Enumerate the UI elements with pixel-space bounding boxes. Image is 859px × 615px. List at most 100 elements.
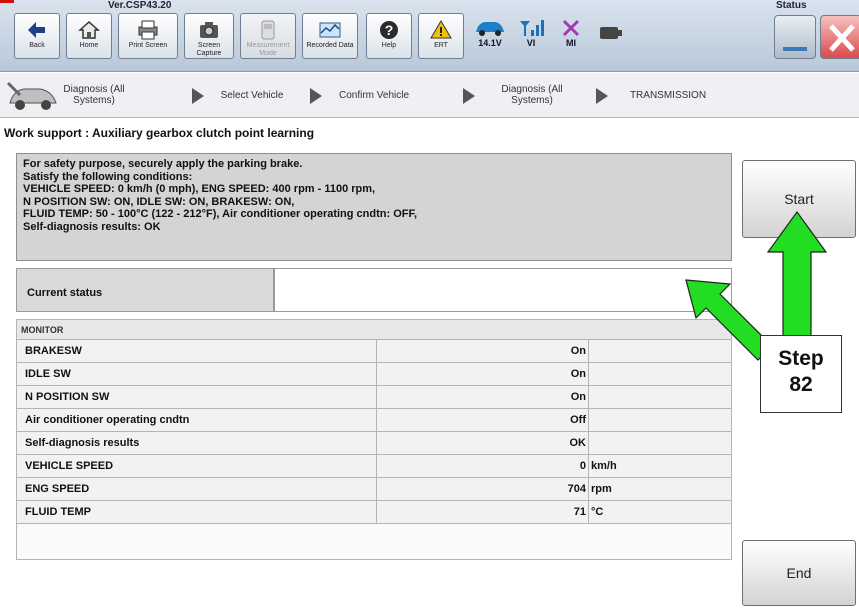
page-title: Work support : Auxiliary gearbox clutch … [4, 126, 315, 140]
measurement-mode-button[interactable]: Measurement Mode [240, 13, 296, 59]
monitor-item-name: IDLE SW [17, 363, 377, 385]
battery-status: 14.1V [470, 18, 510, 48]
current-status-value [274, 268, 732, 312]
close-button[interactable] [820, 15, 859, 59]
ert-label: ERT [434, 42, 448, 49]
red-indicator [0, 0, 14, 3]
step-callout: Step 82 [760, 335, 842, 413]
connector-status [596, 26, 626, 40]
monitor-item-name: VEHICLE SPEED [17, 455, 377, 477]
monitor-item-value: 704 [377, 478, 589, 500]
monitor-item-name: BRAKESW [17, 340, 377, 362]
table-row: Air conditioner operating cndtn Off [16, 409, 732, 432]
breadcrumb-item-confirm-vehicle[interactable]: Confirm Vehicle [327, 90, 421, 101]
recorded-data-icon [303, 18, 357, 42]
vi-status: VI [516, 18, 546, 48]
monitor-item-unit [589, 340, 733, 362]
recorded-data-button[interactable]: Recorded Data [302, 13, 358, 59]
monitor-item-unit: °C [591, 506, 604, 518]
start-button[interactable]: Start [742, 160, 856, 238]
help-button[interactable]: ? Help [366, 13, 412, 59]
instruction-line: For safety purpose, securely apply the p… [23, 158, 303, 170]
table-row: BRAKESW On [16, 340, 732, 363]
monitor-item-name: N POSITION SW [17, 386, 377, 408]
back-button[interactable]: Back [14, 13, 60, 59]
status-label: Status [776, 0, 807, 11]
camera-icon [185, 18, 233, 42]
monitor-item-unit [589, 409, 733, 431]
version-label: Ver.CSP43.20 [108, 0, 172, 11]
breadcrumb: Diagnosis (All Systems) Select Vehicle C… [0, 73, 859, 118]
screen-capture-button[interactable]: Screen Capture [184, 13, 234, 59]
monitor-item-name: Air conditioner operating cndtn [17, 409, 377, 431]
breadcrumb-arrow-icon [463, 88, 475, 104]
breadcrumb-item-select-vehicle[interactable]: Select Vehicle [212, 90, 292, 101]
monitor-header: MONITOR [16, 319, 732, 340]
monitor-item-unit: rpm [591, 483, 612, 495]
help-icon: ? [367, 18, 411, 42]
print-screen-label: Print Screen [128, 42, 168, 49]
table-row: ENG SPEED 704 rpm [16, 478, 732, 501]
table-row: N POSITION SW On [16, 386, 732, 409]
monitor-table: MONITOR BRAKESW On IDLE SW On N POSITION… [16, 319, 732, 560]
measurement-mode-label: Measurement Mode [246, 42, 290, 57]
monitor-item-value: OK [377, 432, 589, 454]
breadcrumb-arrow-icon [192, 88, 204, 104]
print-screen-button[interactable]: Print Screen [118, 13, 178, 59]
breadcrumb-item-diagnosis-2[interactable]: Diagnosis (All Systems) [489, 84, 575, 106]
signal-icon [520, 20, 544, 36]
car-diagnosis-icon [6, 81, 57, 110]
step-word: Step [778, 347, 824, 370]
monitor-item-value: Off [377, 409, 589, 431]
monitor-item-name: ENG SPEED [17, 478, 377, 500]
instruction-panel: For safety purpose, securely apply the p… [16, 153, 732, 261]
monitor-empty-area [16, 524, 732, 560]
table-row: VEHICLE SPEED 0 km/h [16, 455, 732, 478]
instruction-line: Satisfy the following conditions: [23, 170, 193, 183]
warning-icon [419, 18, 463, 42]
monitor-item-value: On [377, 340, 589, 362]
meter-icon [241, 18, 295, 42]
monitor-item-name: Self-diagnosis results [17, 432, 377, 454]
help-label: Help [381, 42, 397, 49]
ert-button[interactable]: ERT [418, 13, 464, 59]
recorded-data-label: Recorded Data [306, 42, 354, 49]
end-button[interactable]: End [742, 540, 856, 606]
printer-icon [119, 18, 177, 42]
vi-label: VI [526, 38, 536, 48]
breadcrumb-item-diagnosis[interactable]: Diagnosis (All Systems) [60, 84, 128, 106]
back-arrow-icon [15, 18, 59, 42]
breadcrumb-item-transmission: TRANSMISSION [629, 90, 707, 101]
monitor-item-unit: km/h [591, 460, 617, 472]
disconnected-x-icon [562, 19, 580, 37]
monitor-item-unit [589, 386, 733, 408]
table-row: IDLE SW On [16, 363, 732, 386]
instruction-line: N POSITION SW: ON, IDLE SW: ON, BRAKESW:… [23, 195, 295, 208]
toolbar: Ver.CSP43.20 Status Back Home Print Scre… [0, 0, 859, 72]
step-number: 82 [789, 373, 813, 396]
home-label: Home [79, 42, 99, 49]
connector-icon [600, 27, 622, 39]
monitor-item-value: On [377, 386, 589, 408]
breadcrumb-arrow-icon [310, 88, 322, 104]
svg-text:?: ? [385, 22, 394, 38]
monitor-item-value: 0 [377, 455, 589, 477]
mi-label: MI [566, 38, 576, 48]
mi-status: MI [556, 18, 586, 48]
table-row: FLUID TEMP 71 °C [16, 501, 732, 524]
screen-capture-label: Screen Capture [196, 42, 222, 57]
home-button[interactable]: Home [66, 13, 112, 59]
instruction-line: Self-diagnosis results: OK [23, 220, 161, 233]
minimize-button[interactable] [774, 15, 816, 59]
instruction-line: FLUID TEMP: 50 - 100°C (122 - 212°F), Ai… [23, 208, 418, 220]
monitor-item-unit [589, 432, 733, 454]
monitor-item-value: On [377, 363, 589, 385]
close-icon [829, 24, 855, 52]
back-label: Back [29, 42, 45, 49]
monitor-item-name: FLUID TEMP [17, 501, 377, 523]
monitor-item-value: 71 [377, 501, 589, 523]
vehicle-battery-icon [476, 22, 504, 36]
table-row: Self-diagnosis results OK [16, 432, 732, 455]
breadcrumb-arrow-icon [596, 88, 608, 104]
current-status-label: Current status [16, 268, 274, 312]
